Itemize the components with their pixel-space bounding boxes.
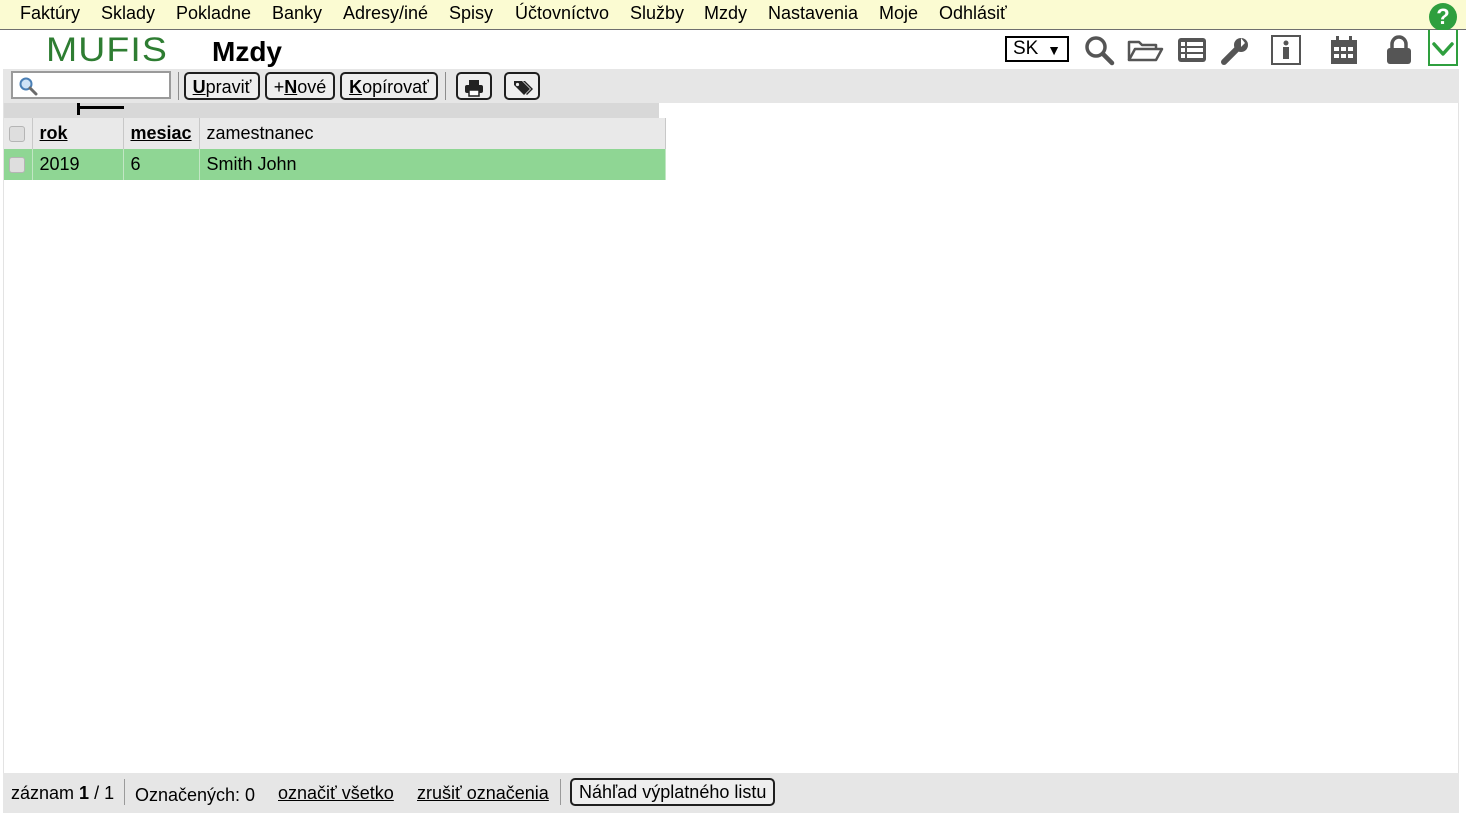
column-header-zamestnanec[interactable]: zamestnanec [199, 118, 666, 149]
row-checkbox[interactable] [9, 157, 25, 174]
menu-item-banky[interactable]: Banky [272, 3, 322, 23]
workspace-frame [3, 103, 1459, 773]
payslip-preview-button[interactable]: Náhľad výplatného listu [570, 778, 776, 806]
cell-mesiac: 6 [123, 149, 200, 180]
column-resize-handle[interactable] [77, 103, 124, 115]
menu-item-pokladne[interactable]: Pokladne [176, 3, 251, 23]
page-title: Mzdy [212, 36, 282, 67]
copy-button-label: opírovať [362, 77, 429, 97]
lock-icon[interactable] [1383, 34, 1415, 66]
edit-button-key: U [192, 77, 206, 97]
footer-separator [560, 779, 561, 805]
record-current: 1 [79, 783, 90, 803]
new-button-label: ové [297, 77, 327, 97]
new-button[interactable]: +Nové [265, 72, 335, 100]
row-select-cell [4, 149, 33, 180]
calendar-icon[interactable] [1328, 34, 1360, 66]
menu-item-odhlasit[interactable]: Odhlásiť [939, 3, 1007, 23]
unmark-all-link[interactable]: zrušiť označenia [417, 783, 549, 803]
search-icon[interactable] [1083, 34, 1115, 66]
copy-button[interactable]: Kopírovať [340, 72, 438, 100]
search-icon [19, 77, 38, 96]
footer-separator [124, 779, 125, 805]
info-icon[interactable] [1270, 34, 1302, 66]
collapse-toggle[interactable] [1428, 30, 1458, 66]
top-menu-bar: Faktúry Sklady Pokladne Banky Adresy/iné… [0, 0, 1466, 30]
new-button-prefix: + [273, 77, 285, 97]
toolbar-separator [178, 72, 179, 100]
tags-button[interactable] [504, 72, 540, 100]
column-header-mesiac[interactable]: mesiac [123, 118, 200, 149]
menu-item-spisy[interactable]: Spisy [449, 3, 493, 23]
printer-icon [465, 80, 483, 97]
select-all-cell [4, 118, 33, 149]
edit-button[interactable]: Upraviť [184, 72, 260, 100]
logo-text: MUFIS [46, 34, 168, 66]
record-total: / 1 [94, 783, 115, 803]
menu-item-sklady[interactable]: Sklady [101, 3, 155, 23]
list-icon[interactable] [1176, 34, 1208, 66]
column-header-rok[interactable]: rok [32, 118, 124, 149]
menu-item-sluzby[interactable]: Služby [630, 3, 684, 23]
toolbar-separator [445, 72, 446, 100]
record-label: záznam [11, 783, 75, 803]
menu-item-adresy[interactable]: Adresy/iné [343, 3, 428, 23]
folder-open-icon[interactable] [1126, 34, 1164, 66]
menu-item-mzdy[interactable]: Mzdy [704, 3, 747, 23]
menu-item-moje[interactable]: Moje [879, 3, 918, 23]
cell-zamestnanec: Smith John [199, 149, 666, 180]
new-button-key: N [284, 77, 298, 97]
payroll-table: rok mesiac zamestnanec 2019 6 Smith John [4, 118, 666, 180]
record-counter: záznam 1 / 1 [11, 783, 114, 803]
wrench-icon[interactable] [1220, 34, 1252, 66]
language-value: SK [1013, 38, 1039, 59]
select-all-checkbox[interactable] [9, 126, 25, 143]
menu-item-uctovnictvo[interactable]: Účtovníctvo [515, 3, 609, 23]
table-row[interactable]: 2019 6 Smith John [4, 149, 666, 180]
edit-button-label: praviť [205, 77, 252, 97]
tags-icon [514, 81, 533, 96]
cell-rok: 2019 [32, 149, 124, 180]
mufis-logo-mark: MUFIS [46, 31, 168, 69]
copy-button-key: K [349, 77, 363, 97]
help-icon[interactable]: ? [1429, 3, 1457, 31]
menu-item-faktury[interactable]: Faktúry [20, 3, 80, 23]
menu-item-nastavenia[interactable]: Nastavenia [768, 3, 858, 23]
mark-all-link[interactable]: označiť všetko [278, 783, 394, 803]
chevron-down-icon [1432, 42, 1454, 56]
mufis-logo: MUFIS [46, 31, 170, 71]
marked-count: Označených: 0 [135, 785, 256, 805]
print-button[interactable] [456, 72, 492, 100]
dropdown-arrow-icon: ▼ [1047, 42, 1061, 58]
language-select[interactable]: SK ▼ [1005, 36, 1069, 62]
table-header-row: rok mesiac zamestnanec [4, 118, 666, 149]
